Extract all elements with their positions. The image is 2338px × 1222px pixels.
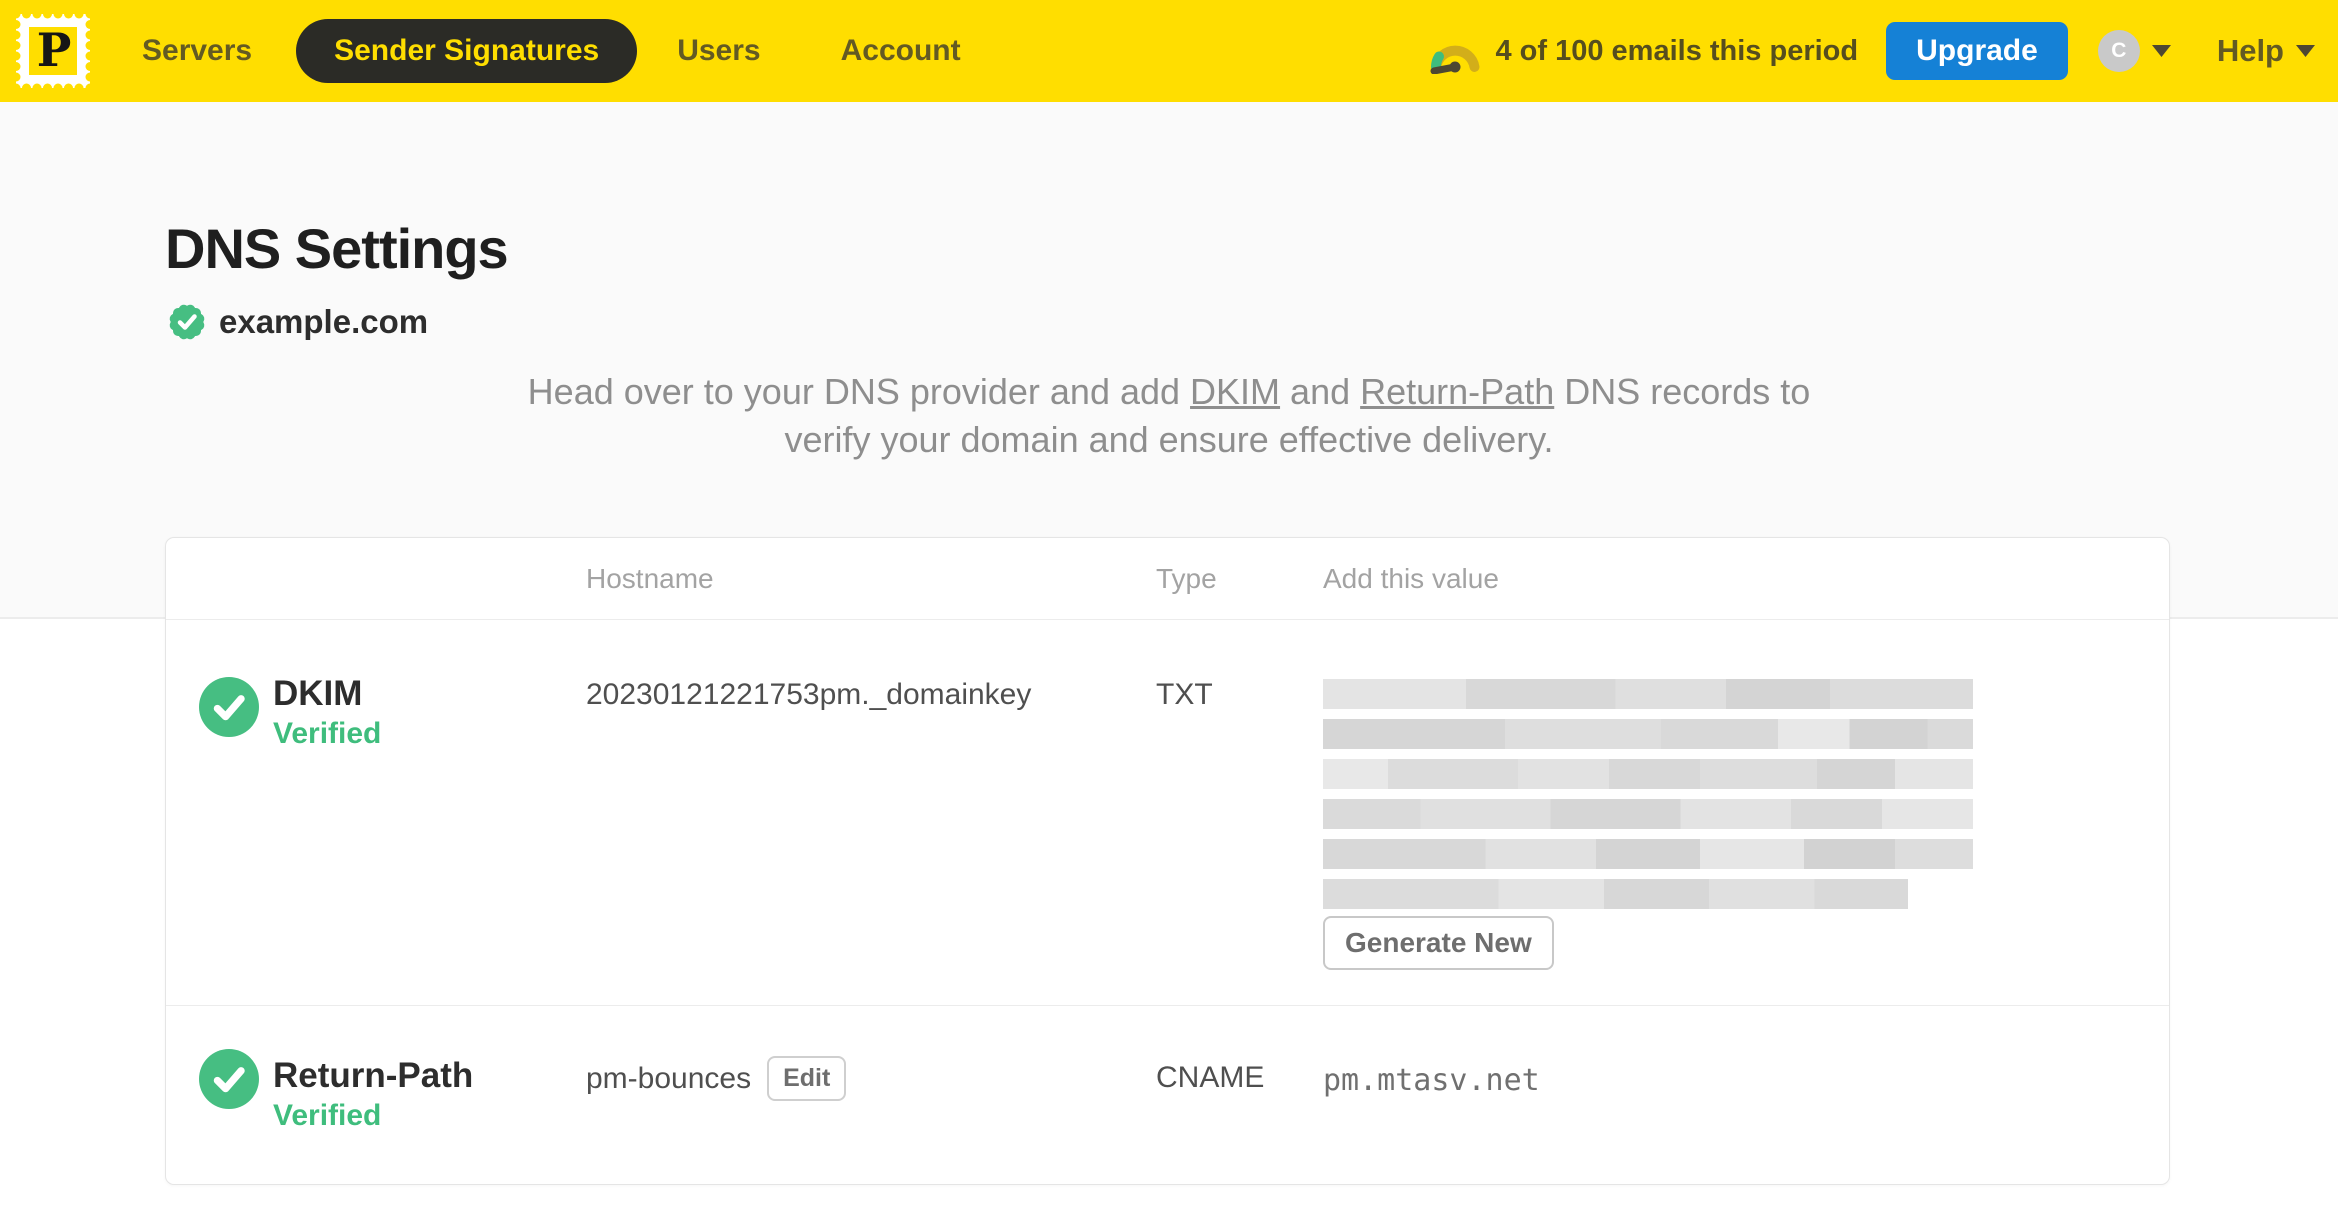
navbar-right-group: 4 of 100 emails this period Upgrade C He… [1429, 0, 2315, 102]
chevron-down-icon [2151, 45, 2171, 57]
record-hostname: 20230121221753pm._domainkey [586, 678, 1032, 711]
record-hostname: pm-bounces Edit [586, 1056, 847, 1101]
redacted-dkim-value [1323, 679, 1973, 919]
dns-records-card: Hostname Type Add this value DKIM Verifi… [165, 537, 2170, 1185]
verified-seal-icon [169, 304, 205, 340]
top-navbar: P Servers Sender Signatures Users Accoun… [0, 0, 2338, 102]
avatar[interactable]: C [2097, 30, 2140, 72]
redacted-line [1323, 719, 1973, 749]
help-menu-label: Help [2216, 33, 2284, 68]
postmark-logo[interactable]: P [10, 8, 96, 94]
primary-nav: Servers Sender Signatures Users Account [142, 0, 961, 102]
generate-new-button[interactable]: Generate New [1323, 916, 1554, 970]
account-avatar-menu[interactable]: C [2097, 30, 2171, 72]
dkim-link[interactable]: DKIM [1190, 371, 1280, 412]
record-type: CNAME [1156, 1061, 1265, 1094]
dns-settings-page: P Servers Sender Signatures Users Accoun… [0, 0, 2338, 1222]
table-header-row: Hostname Type Add this value [166, 538, 2169, 620]
hostname-text: pm-bounces [586, 1061, 752, 1095]
record-type: TXT [1156, 678, 1213, 711]
record-value: pm.mtasv.net [1323, 1063, 1540, 1098]
domain-name: example.com [219, 303, 429, 340]
redacted-line [1323, 759, 1973, 789]
record-name: Return-Path [273, 1056, 474, 1095]
column-header-type: Type [1156, 563, 1217, 594]
usage-meter: 4 of 100 emails this period [1429, 28, 1858, 74]
chevron-down-icon [2296, 45, 2315, 57]
column-header-hostname: Hostname [586, 563, 714, 594]
description-text: Head over to your DNS provider and add [527, 371, 1191, 412]
nav-item-sender-signatures[interactable]: Sender Signatures [296, 19, 638, 83]
record-status-badge: Verified [273, 1099, 382, 1132]
record-name: DKIM [273, 674, 363, 713]
help-menu[interactable]: Help [2217, 33, 2315, 69]
nav-item-account[interactable]: Account [841, 34, 961, 68]
usage-count-label: 4 of 100 emails this period [1495, 34, 1859, 67]
domain-row: example.com [165, 300, 428, 344]
redacted-line [1323, 879, 1908, 909]
verified-check-icon [199, 677, 259, 737]
redacted-line [1323, 839, 1973, 869]
svg-text:P: P [37, 23, 72, 77]
description-text: and [1280, 371, 1361, 412]
table-row-return-path: Return-Path Verified pm-bounces Edit CNA… [166, 1006, 2169, 1186]
page-title: DNS Settings [165, 217, 509, 280]
table-row-dkim: DKIM Verified 20230121221753pm._domainke… [166, 620, 2169, 1006]
upgrade-button[interactable]: Upgrade [1886, 22, 2068, 80]
return-path-link[interactable]: Return-Path [1360, 371, 1554, 412]
redacted-line [1323, 799, 1973, 829]
page-description: Head over to your DNS provider and add D… [519, 368, 1819, 464]
postmark-stamp-icon: P [10, 8, 96, 94]
redacted-line [1323, 679, 1973, 709]
column-header-add-this-value: Add this value [1323, 563, 1499, 594]
verified-check-icon [199, 1049, 259, 1109]
record-status-badge: Verified [273, 717, 382, 750]
gauge-icon [1430, 45, 1480, 74]
nav-item-servers[interactable]: Servers [142, 34, 252, 68]
edit-button[interactable]: Edit [767, 1056, 847, 1101]
nav-item-users[interactable]: Users [677, 34, 760, 68]
